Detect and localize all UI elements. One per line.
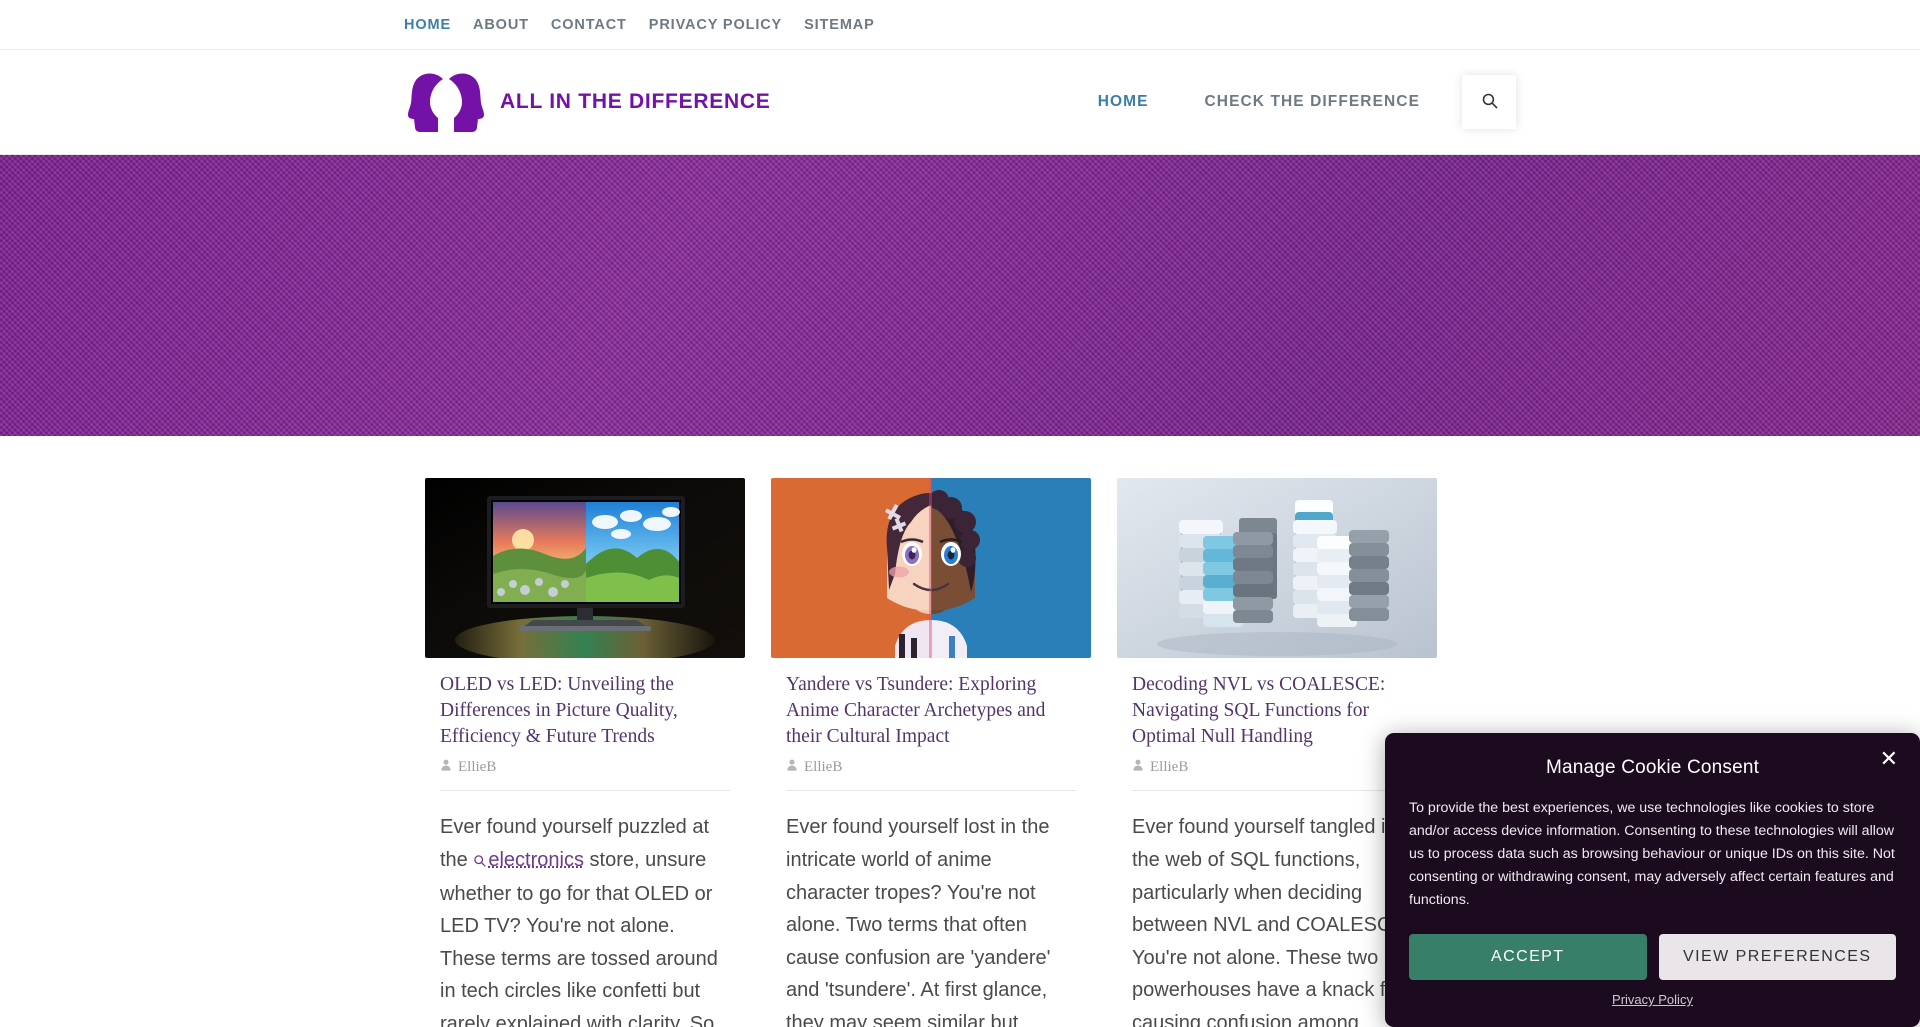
post-meta: EllieB bbox=[1132, 759, 1422, 792]
two-heads-lightbulb-icon bbox=[408, 71, 484, 133]
post-card: Yandere vs Tsundere: Exploring Anime Cha… bbox=[771, 478, 1091, 1027]
post-author: EllieB bbox=[458, 759, 497, 776]
post-grid: OLED vs LED: Unveiling the Differences i… bbox=[425, 478, 1445, 1027]
cookie-consent-body: To provide the best experiences, we use … bbox=[1409, 800, 1895, 908]
post-author: EllieB bbox=[1150, 759, 1189, 776]
topbar-link-home[interactable]: HOME bbox=[404, 17, 473, 33]
user-icon bbox=[786, 759, 798, 776]
topbar-link-sitemap[interactable]: SITEMAP bbox=[804, 17, 897, 33]
nav-link-check-the-difference[interactable]: CHECK THE DIFFERENCE bbox=[1177, 93, 1448, 111]
topbar-link-about[interactable]: ABOUT bbox=[473, 17, 551, 33]
search-icon bbox=[473, 845, 486, 878]
excerpt-text-before: Ever found yourself tangled in the web o… bbox=[1132, 816, 1416, 1027]
view-preferences-button[interactable]: VIEW PREFERENCES bbox=[1658, 934, 1896, 980]
post-card: OLED vs LED: Unveiling the Differences i… bbox=[425, 478, 745, 1027]
post-meta: EllieB bbox=[786, 759, 1076, 792]
nav-link-home[interactable]: HOME bbox=[1070, 93, 1177, 111]
top-utility-bar: HOME ABOUT CONTACT PRIVACY POLICY SITEMA… bbox=[0, 0, 1920, 50]
excerpt-inline-link[interactable]: electronics bbox=[488, 849, 584, 871]
primary-navigation: HOME CHECK THE DIFFERENCE bbox=[1070, 50, 1920, 155]
secondary-navigation: HOME ABOUT CONTACT PRIVACY POLICY SITEMA… bbox=[404, 17, 897, 33]
post-card-body: Yandere vs Tsundere: Exploring Anime Cha… bbox=[771, 658, 1091, 792]
post-excerpt: Ever found yourself lost in the intricat… bbox=[771, 791, 1091, 1027]
post-card-body: OLED vs LED: Unveiling the Differences i… bbox=[425, 658, 745, 792]
search-toggle-button[interactable] bbox=[1462, 75, 1516, 129]
post-title-link[interactable]: OLED vs LED: Unveiling the Differences i… bbox=[440, 672, 730, 750]
site-logo-link[interactable]: ALL IN THE DIFFERENCE bbox=[408, 71, 771, 133]
close-icon[interactable]: ✕ bbox=[1880, 749, 1898, 771]
post-excerpt: Ever found yourself puzzled at the elect… bbox=[425, 791, 745, 1027]
post-thumbnail-nvl-vs-coalesce[interactable] bbox=[1117, 478, 1437, 658]
post-thumbnail-oled-vs-led[interactable] bbox=[425, 478, 745, 658]
cookie-consent-actions: ACCEPT VIEW PREFERENCES bbox=[1409, 934, 1896, 980]
user-icon bbox=[1132, 759, 1144, 776]
post-author: EllieB bbox=[804, 759, 843, 776]
excerpt-text-before: Ever found yourself lost in the intricat… bbox=[786, 816, 1051, 1027]
search-icon bbox=[1481, 92, 1498, 112]
cookie-consent-dialog: Manage Cookie Consent ✕ To provide the b… bbox=[1385, 733, 1920, 1027]
user-icon bbox=[440, 759, 452, 776]
topbar-link-contact[interactable]: CONTACT bbox=[551, 17, 649, 33]
cookie-consent-title: Manage Cookie Consent bbox=[1545, 757, 1760, 778]
post-thumbnail-yandere-vs-tsundere[interactable] bbox=[771, 478, 1091, 658]
topbar-link-privacy-policy[interactable]: PRIVACY POLICY bbox=[649, 17, 804, 33]
site-title: ALL IN THE DIFFERENCE bbox=[500, 90, 771, 113]
site-header: ALL IN THE DIFFERENCE HOME CHECK THE DIF… bbox=[0, 50, 1920, 155]
accept-button[interactable]: ACCEPT bbox=[1409, 934, 1647, 980]
post-meta: EllieB bbox=[440, 759, 730, 792]
hero-banner bbox=[0, 155, 1920, 436]
privacy-policy-link[interactable]: Privacy Policy bbox=[1409, 992, 1896, 1007]
post-title-link[interactable]: Yandere vs Tsundere: Exploring Anime Cha… bbox=[786, 672, 1076, 750]
post-title-link[interactable]: Decoding NVL vs COALESCE: Navigating SQL… bbox=[1132, 672, 1422, 750]
